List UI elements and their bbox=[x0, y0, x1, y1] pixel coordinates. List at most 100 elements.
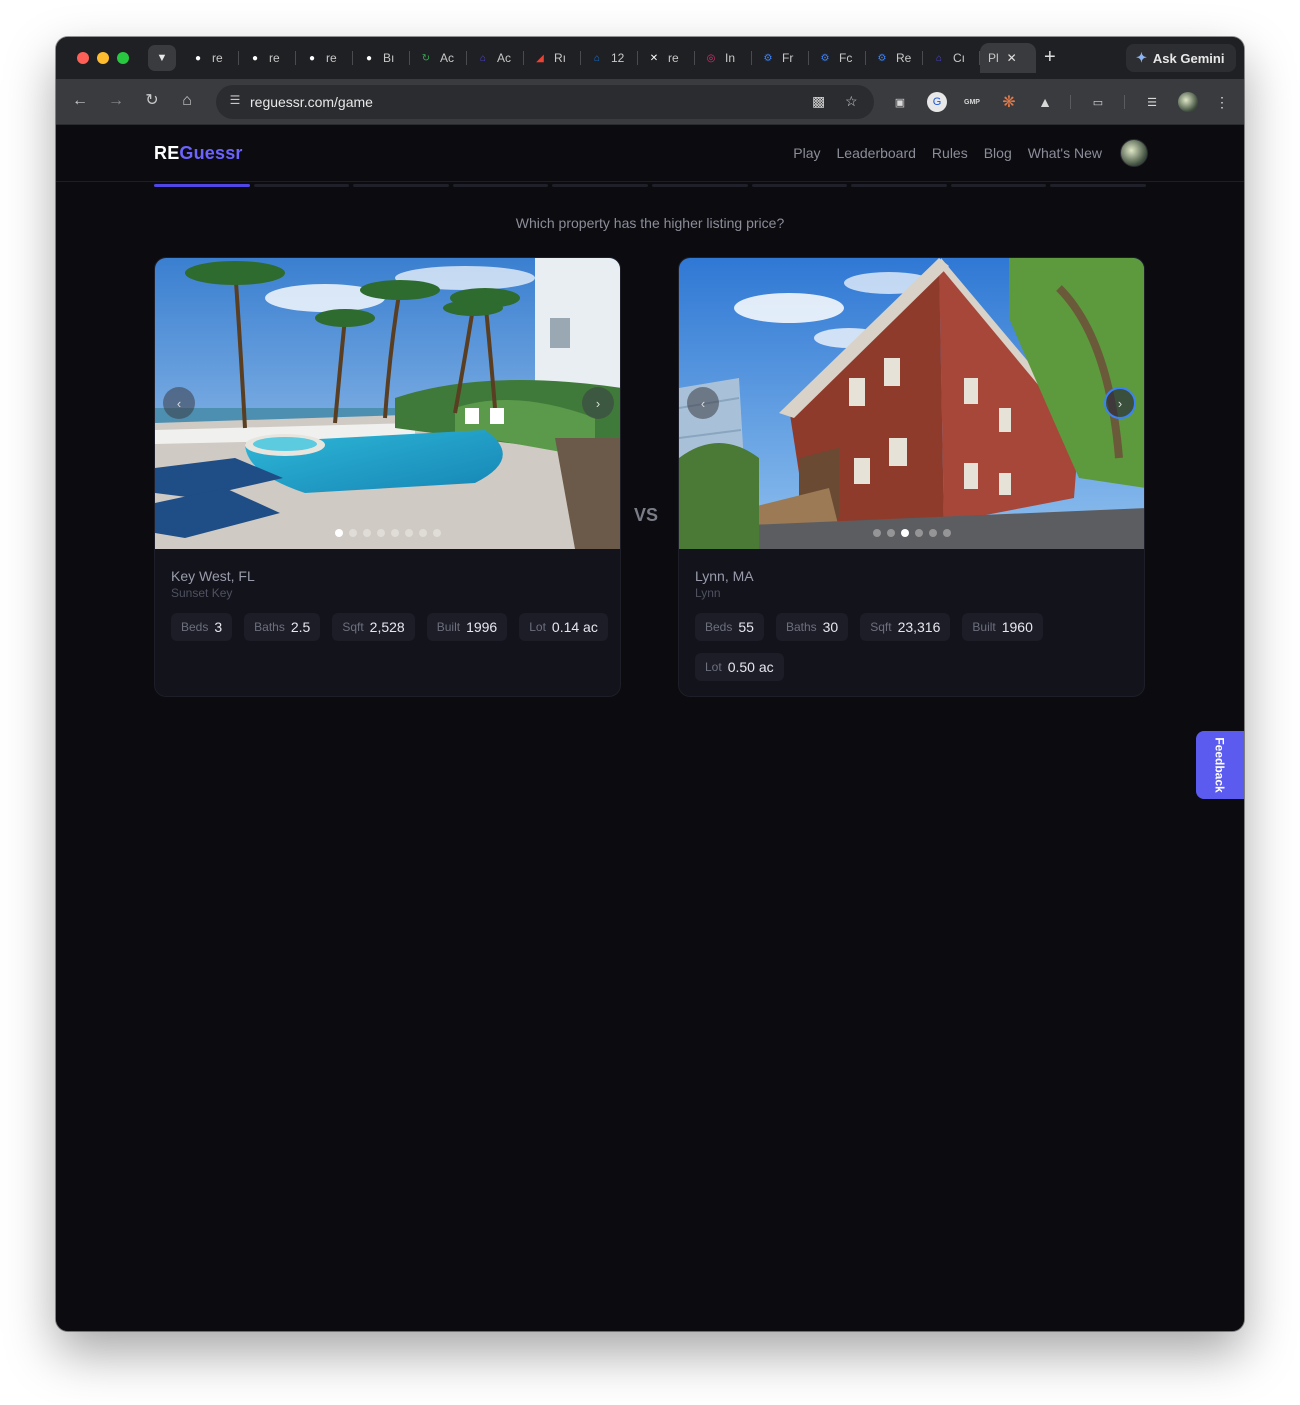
photo-dot[interactable] bbox=[391, 529, 399, 537]
home-icon: ⌂ bbox=[182, 92, 192, 109]
nav-play[interactable]: Play bbox=[793, 145, 820, 161]
round-progress bbox=[154, 184, 1146, 188]
chart-icon: ◢ bbox=[536, 52, 544, 64]
browser-tab[interactable]: ● re bbox=[182, 43, 239, 73]
stat-chip: Beds 3 bbox=[171, 613, 233, 641]
cast-icon[interactable]: ▭ bbox=[1088, 92, 1108, 112]
close-tab-icon[interactable]: ✕ bbox=[1007, 51, 1017, 65]
nav-rules[interactable]: Rules bbox=[932, 145, 968, 161]
nav-leaderboard[interactable]: Leaderboard bbox=[837, 145, 916, 161]
reload-button[interactable]: ↻ bbox=[142, 91, 162, 111]
new-tab-button[interactable]: + bbox=[1044, 47, 1056, 67]
photo-dot[interactable] bbox=[335, 529, 343, 537]
tab-title: Rı bbox=[554, 51, 566, 65]
tab-search-button[interactable]: ▼ bbox=[148, 45, 176, 71]
extension-gmp-icon[interactable]: GMP bbox=[962, 92, 982, 112]
photo-dot[interactable] bbox=[901, 529, 909, 537]
photo-dot[interactable] bbox=[929, 529, 937, 537]
gear-icon: ⚙ bbox=[763, 52, 773, 64]
x-icon: ✕ bbox=[649, 52, 659, 64]
photo-dot[interactable] bbox=[363, 529, 371, 537]
back-button[interactable]: ← bbox=[70, 91, 90, 111]
browser-tab[interactable]: ◎ In bbox=[695, 43, 752, 73]
browser-tab[interactable]: ⚙ Fr bbox=[752, 43, 809, 73]
progress-segment bbox=[353, 184, 449, 187]
stat-chip: Lot 0.14 ac bbox=[519, 613, 608, 641]
stat-label: Lot bbox=[529, 620, 546, 634]
browser-tab[interactable]: ◢ Rı bbox=[524, 43, 581, 73]
photo-dot[interactable] bbox=[419, 529, 427, 537]
photo-dot[interactable] bbox=[433, 529, 441, 537]
extensions-puzzle-icon[interactable]: ▲ bbox=[1035, 92, 1055, 112]
tab-title: re bbox=[326, 51, 337, 65]
browser-tab[interactable]: ✕ re bbox=[638, 43, 695, 73]
photo-dot[interactable] bbox=[349, 529, 357, 537]
browser-tab[interactable]: ⌂ Ac bbox=[467, 43, 524, 73]
address-bar[interactable]: ☰ reguessr.com/game ▩ ☆ bbox=[216, 85, 874, 119]
prev-photo-button[interactable]: ‹ bbox=[163, 387, 195, 419]
close-window-button[interactable] bbox=[77, 52, 89, 64]
reload-icon: ↻ bbox=[145, 92, 159, 109]
minimize-window-button[interactable] bbox=[97, 52, 109, 64]
feedback-button[interactable]: Feedback bbox=[1196, 731, 1244, 799]
instagram-icon: ◎ bbox=[706, 52, 716, 64]
forward-button[interactable]: → bbox=[106, 91, 126, 111]
browser-tab[interactable]: ● Bı bbox=[353, 43, 410, 73]
browser-tab[interactable]: ● re bbox=[296, 43, 353, 73]
logo-guessr: Guessr bbox=[179, 143, 243, 163]
property-photo[interactable]: ‹ › bbox=[679, 258, 1144, 549]
extension-claude-icon[interactable]: ❋ bbox=[999, 92, 1019, 112]
toolbar-divider bbox=[1070, 95, 1071, 109]
stat-label: Built bbox=[436, 620, 461, 634]
extension-grammar-icon[interactable]: G bbox=[927, 92, 947, 112]
tab-strip: ▼ ● re ● re ● re ● Bı ↻ Ac ⌂ Ac ◢ Rı ⌂ 12 ✕ re ◎ In ⚙ Fr ⚙ Fc ⚙ R… bbox=[56, 37, 1244, 79]
zillow-icon: ⌂ bbox=[593, 52, 601, 64]
progress-segment bbox=[452, 184, 549, 187]
browser-tab[interactable]: ⌂ Cı bbox=[923, 43, 980, 73]
site-logo[interactable]: REGuessr bbox=[154, 143, 243, 164]
tab-title: Re bbox=[896, 51, 912, 65]
bookmark-star-icon[interactable]: ☆ bbox=[845, 93, 858, 110]
arrow-left-icon: ← bbox=[72, 92, 88, 109]
stat-value: 1960 bbox=[1001, 619, 1033, 635]
photo-dot[interactable] bbox=[887, 529, 895, 537]
menu-kebab-icon[interactable]: ⋮ bbox=[1212, 92, 1232, 112]
next-photo-button[interactable]: › bbox=[1104, 387, 1136, 419]
browser-tab[interactable]: ● re bbox=[239, 43, 296, 73]
profile-avatar[interactable] bbox=[1178, 92, 1198, 112]
property-card[interactable]: ‹ › Lynn, MA Lynn Beds 55 Baths 30 Sqft 23,31… bbox=[678, 257, 1145, 697]
next-photo-button[interactable]: › bbox=[582, 387, 614, 419]
brick-building-photo bbox=[679, 258, 1144, 549]
site-info-icon[interactable]: ☰ bbox=[226, 93, 244, 111]
browser-tab[interactable]: ⚙ Fc bbox=[809, 43, 866, 73]
photo-dot[interactable] bbox=[915, 529, 923, 537]
logo-re: RE bbox=[154, 143, 180, 163]
browser-tab[interactable]: ⚙ Re bbox=[866, 43, 923, 73]
property-card[interactable]: ‹ › Key West, FL Sunset Key Beds 3 Baths 2.… bbox=[154, 257, 621, 697]
stat-value: 0.50 ac bbox=[727, 659, 774, 675]
reading-list-icon[interactable]: ☰ bbox=[1142, 92, 1162, 112]
browser-tab[interactable]: ↻ Ac bbox=[410, 43, 467, 73]
maximize-window-button[interactable] bbox=[117, 52, 129, 64]
photo-dot[interactable] bbox=[873, 529, 881, 537]
prev-photo-button[interactable]: ‹ bbox=[687, 387, 719, 419]
ask-gemini-button[interactable]: ✦ Ask Gemini bbox=[1126, 44, 1237, 72]
tab-title: Pl bbox=[988, 51, 999, 65]
url-text[interactable]: reguessr.com/game bbox=[250, 94, 373, 110]
browser-tab[interactable]: ⌂ 12 bbox=[581, 43, 638, 73]
stat-label: Beds bbox=[181, 620, 209, 634]
user-avatar[interactable] bbox=[1120, 139, 1148, 167]
property-photo[interactable]: ‹ › bbox=[155, 258, 620, 549]
nav-whats-new[interactable]: What's New bbox=[1028, 145, 1102, 161]
photo-dot[interactable] bbox=[405, 529, 413, 537]
property-sublocation: Lynn bbox=[695, 586, 721, 600]
browser-tab[interactable]: Pl ✕ bbox=[980, 43, 1036, 73]
extension-cube-icon[interactable]: ▣ bbox=[890, 92, 910, 112]
tab-title: 12 bbox=[611, 51, 625, 65]
nav-blog[interactable]: Blog bbox=[984, 145, 1012, 161]
photo-dot[interactable] bbox=[377, 529, 385, 537]
install-app-icon[interactable]: ▩ bbox=[812, 93, 825, 110]
home-button[interactable]: ⌂ bbox=[177, 91, 197, 111]
property-location: Key West, FL bbox=[171, 568, 255, 584]
photo-dot[interactable] bbox=[943, 529, 951, 537]
